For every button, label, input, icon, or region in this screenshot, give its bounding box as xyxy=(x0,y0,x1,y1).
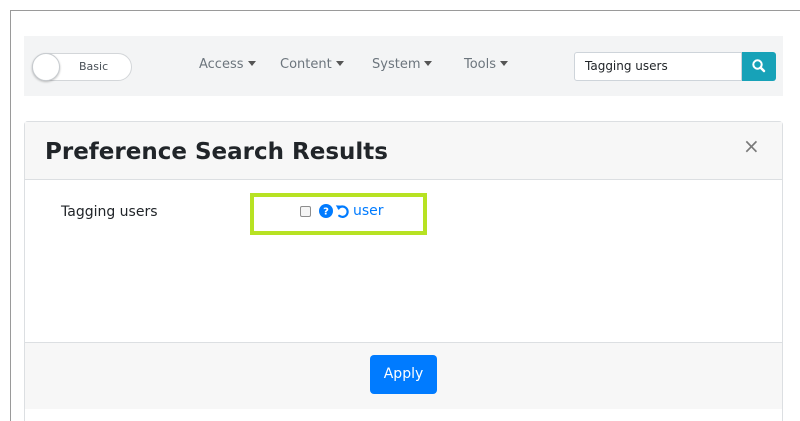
close-button[interactable]: × xyxy=(743,136,760,156)
menu-access[interactable]: Access xyxy=(199,57,256,72)
toggle-label: Basic xyxy=(79,60,109,73)
top-navbar: Basic Access Content System Tools Taggin… xyxy=(24,36,783,96)
undo-reset-icon[interactable] xyxy=(335,203,350,219)
basic-advanced-toggle[interactable]: Basic xyxy=(32,53,132,81)
caret-down-icon xyxy=(247,61,256,66)
menu-system[interactable]: System xyxy=(372,57,433,72)
search-button[interactable] xyxy=(742,52,776,81)
apply-button[interactable]: Apply xyxy=(370,355,437,394)
caret-down-icon xyxy=(335,61,344,66)
search-icon xyxy=(752,59,766,73)
question-circle-icon[interactable]: ? xyxy=(319,204,333,218)
menu-system-label: System xyxy=(372,57,421,72)
menu-access-label: Access xyxy=(199,57,244,72)
menu-tools-label: Tools xyxy=(464,57,497,72)
panel-footer: Apply xyxy=(25,342,782,409)
preference-label: Tagging users xyxy=(61,204,158,220)
svg-text:?: ? xyxy=(323,207,329,218)
preference-search-panel: Preference Search Results × Tagging user… xyxy=(24,121,783,421)
preference-checkbox[interactable] xyxy=(300,206,311,217)
panel-title: Preference Search Results xyxy=(45,139,388,165)
panel-header: Preference Search Results × xyxy=(25,122,782,180)
caret-down-icon xyxy=(424,61,433,66)
preference-search-input[interactable]: Tagging users xyxy=(574,52,742,81)
toggle-knob[interactable] xyxy=(32,53,60,81)
preference-value-link[interactable]: user xyxy=(353,203,384,219)
menu-content-label: Content xyxy=(280,57,332,72)
menu-content[interactable]: Content xyxy=(280,57,344,72)
caret-down-icon xyxy=(500,61,509,66)
menu-tools[interactable]: Tools xyxy=(464,57,509,72)
